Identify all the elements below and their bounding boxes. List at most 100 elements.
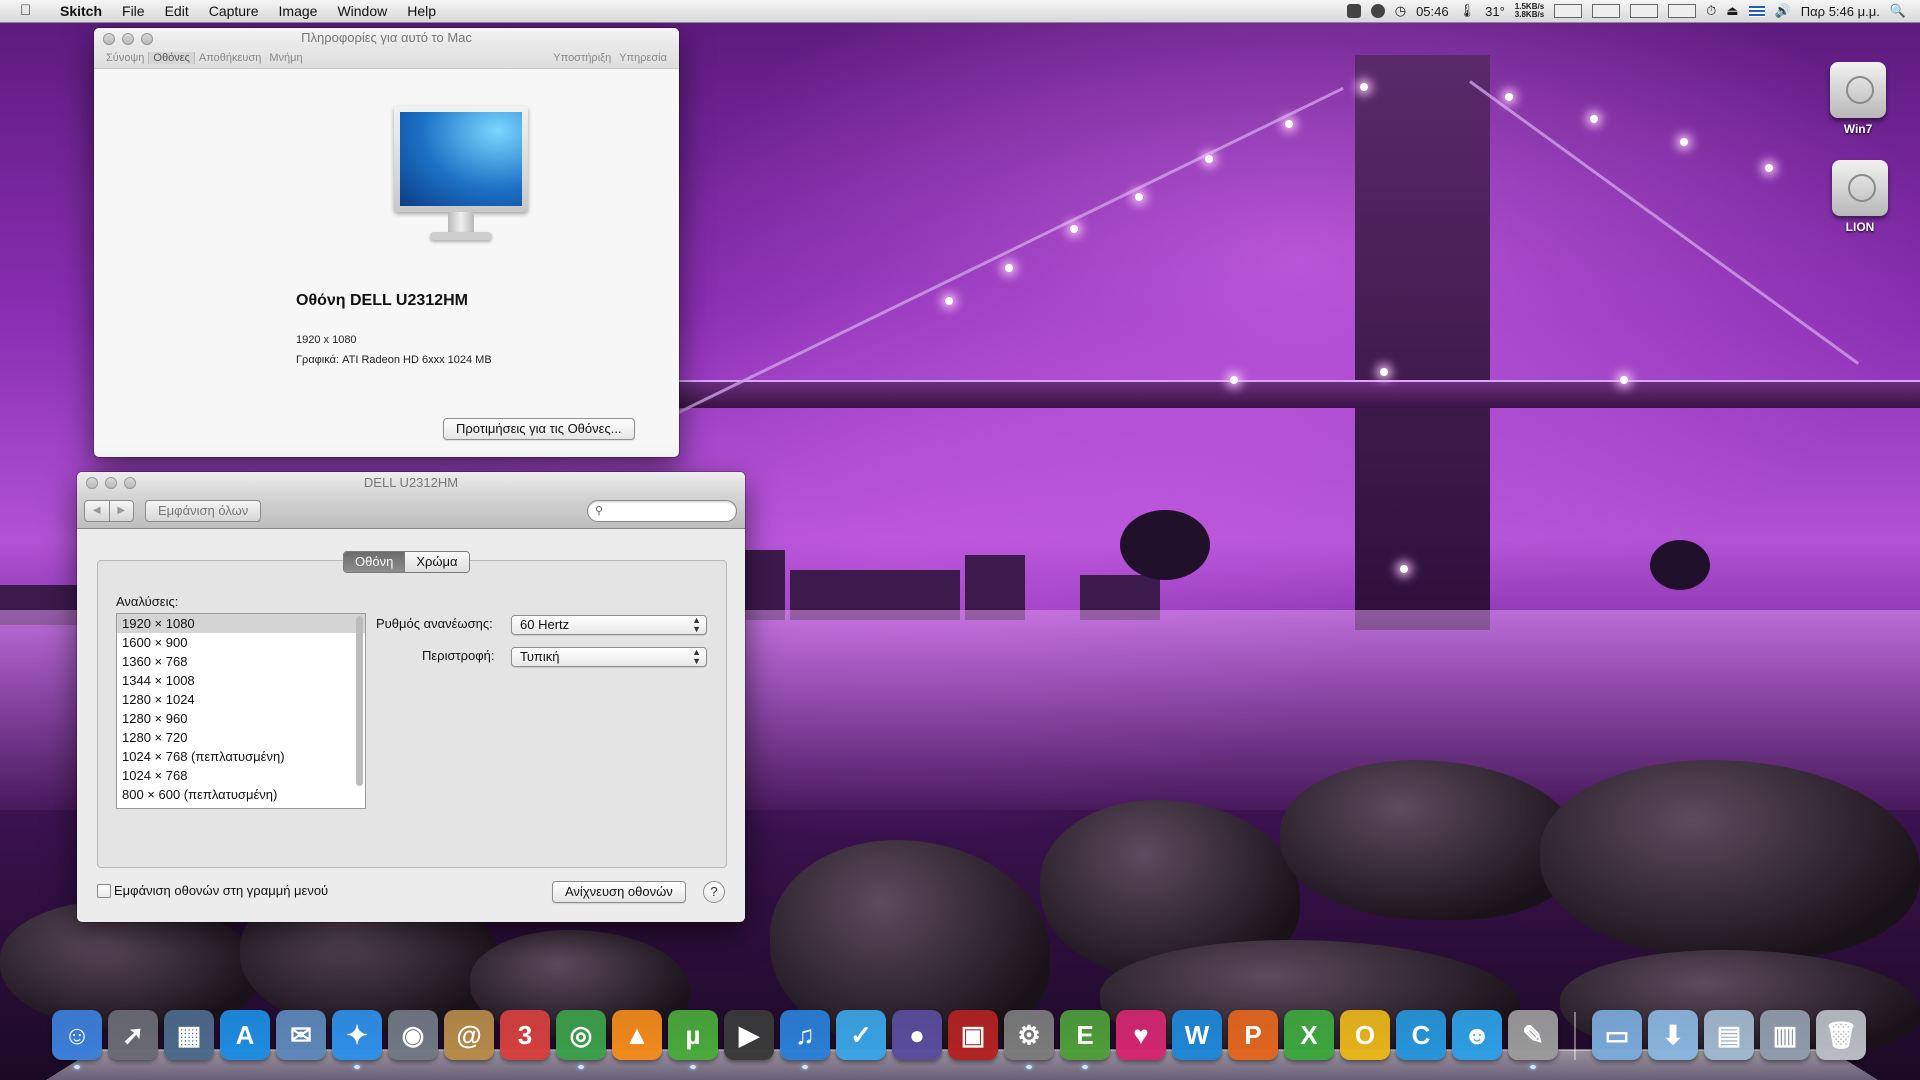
menubar-clock[interactable]: Παρ 5:46 μ.μ. bbox=[1801, 4, 1880, 19]
drive-win7[interactable]: Win7 bbox=[1822, 62, 1894, 136]
close-button[interactable] bbox=[86, 477, 98, 489]
calendar-icon[interactable]: 3 bbox=[500, 1010, 550, 1060]
list-scrollbar[interactable] bbox=[356, 616, 363, 786]
tab-color[interactable]: Χρώμα bbox=[404, 552, 468, 572]
flag-greece-icon[interactable] bbox=[1749, 6, 1765, 17]
outlook-icon[interactable]: O bbox=[1340, 1010, 1390, 1060]
help-button[interactable]: ? bbox=[703, 881, 725, 903]
bridge-cable bbox=[659, 87, 1343, 423]
resolutions-list[interactable]: 1920 × 1080 1600 × 900 1360 × 768 1344 ×… bbox=[116, 613, 366, 809]
excel-icon[interactable]: X bbox=[1284, 1010, 1334, 1060]
dvd-player-icon[interactable]: ▶ bbox=[724, 1010, 774, 1060]
powerpoint-icon[interactable]: P bbox=[1228, 1010, 1278, 1060]
tab-service[interactable]: Υπηρεσία bbox=[615, 52, 671, 64]
heart-app-icon[interactable]: ♥ bbox=[1116, 1010, 1166, 1060]
close-button[interactable] bbox=[103, 33, 115, 45]
list-item[interactable]: 1024 × 768 bbox=[117, 766, 365, 785]
list-item[interactable]: 1344 × 1008 bbox=[117, 671, 365, 690]
downloads-folder-icon[interactable]: ⬇ bbox=[1648, 1010, 1698, 1060]
network-graph-icon[interactable] bbox=[1554, 4, 1582, 18]
timer-icon[interactable]: ◷ bbox=[1395, 3, 1406, 19]
applications-folder-icon[interactable]: ▭ bbox=[1592, 1010, 1642, 1060]
show-displays-in-menubar-checkbox[interactable] bbox=[97, 884, 111, 898]
tab-display[interactable]: Οθόνη bbox=[344, 552, 404, 572]
tab-overview[interactable]: Σύνοψη bbox=[102, 52, 148, 64]
drive-lion[interactable]: LION bbox=[1824, 160, 1896, 234]
menu-window[interactable]: Window bbox=[327, 3, 397, 19]
window-titlebar[interactable]: DELL U2312HM bbox=[77, 472, 745, 494]
back-arrow-icon[interactable]: ◀ bbox=[85, 501, 109, 521]
detect-displays-button[interactable]: Ανίχνευση οθονών bbox=[552, 881, 686, 903]
list-item[interactable]: 1360 × 768 bbox=[117, 652, 365, 671]
word-icon[interactable]: W bbox=[1172, 1010, 1222, 1060]
screenshots-stack-icon[interactable]: ▥ bbox=[1760, 1010, 1810, 1060]
time-machine-icon[interactable]: ⏱ bbox=[1706, 3, 1716, 19]
network-globe-icon[interactable]: ● bbox=[892, 1010, 942, 1060]
cpu-graph-icon[interactable] bbox=[1592, 4, 1620, 18]
messenger-icon[interactable]: ☻ bbox=[1452, 1010, 1502, 1060]
list-item[interactable]: 1024 × 768 (πεπλατυσμένη) bbox=[117, 747, 365, 766]
menu-app-skitch[interactable]: Skitch bbox=[50, 3, 112, 19]
gear-menu-icon[interactable] bbox=[1371, 4, 1385, 18]
finder-icon[interactable]: ☺ bbox=[52, 1010, 102, 1060]
search-input[interactable]: ⚲ bbox=[587, 500, 737, 522]
app-store-icon[interactable]: A bbox=[220, 1010, 270, 1060]
show-all-button[interactable]: Εμφάνιση όλων bbox=[145, 500, 261, 522]
evernote-icon[interactable]: E bbox=[1060, 1010, 1110, 1060]
menu-image[interactable]: Image bbox=[269, 3, 328, 19]
forward-arrow-icon[interactable]: ▶ bbox=[109, 501, 134, 521]
select-arrows-icon: ▲ ▼ bbox=[692, 648, 701, 666]
menu-capture[interactable]: Capture bbox=[199, 3, 269, 19]
tab-support[interactable]: Υποστήριξη bbox=[549, 52, 615, 64]
zoom-button[interactable] bbox=[141, 33, 153, 45]
minimize-button[interactable] bbox=[105, 477, 117, 489]
list-item[interactable]: 1280 × 720 bbox=[117, 728, 365, 747]
chrome-icon[interactable]: ◎ bbox=[556, 1010, 606, 1060]
menu-edit[interactable]: Edit bbox=[155, 3, 199, 19]
mail-icon[interactable]: ✉ bbox=[276, 1010, 326, 1060]
tab-memory[interactable]: Μνήμη bbox=[265, 52, 306, 64]
list-item[interactable]: 1280 × 960 bbox=[117, 709, 365, 728]
apple-menu-icon[interactable]:  bbox=[20, 3, 36, 19]
spotlight-icon[interactable]: 🔍 bbox=[1890, 3, 1906, 19]
memory-graph-icon[interactable] bbox=[1630, 4, 1658, 18]
mission-control-icon[interactable]: ▦ bbox=[164, 1010, 214, 1060]
address-book-icon[interactable]: @ bbox=[444, 1010, 494, 1060]
twitter-icon[interactable]: ✓ bbox=[836, 1010, 886, 1060]
menubar-temperature[interactable]: 31° bbox=[1485, 4, 1505, 19]
system-preferences-icon[interactable]: ⚙ bbox=[1004, 1010, 1054, 1060]
refresh-rate-select[interactable]: 60 Hertz ▲ ▼ bbox=[511, 615, 707, 635]
list-item[interactable]: 1280 × 1024 bbox=[117, 690, 365, 709]
evernote-menu-icon[interactable] bbox=[1347, 4, 1361, 18]
display-preferences-button[interactable]: Προτιμήσεις για τις Οθόνες... bbox=[443, 418, 635, 440]
launchpad-icon[interactable]: ➚ bbox=[108, 1010, 158, 1060]
menu-help[interactable]: Help bbox=[397, 3, 446, 19]
tab-storage[interactable]: Αποθήκευση bbox=[195, 52, 265, 64]
menu-file[interactable]: File bbox=[112, 3, 155, 19]
zoom-button[interactable] bbox=[124, 477, 136, 489]
eject-icon[interactable]: ⏏ bbox=[1726, 3, 1738, 19]
skitch-icon[interactable]: ✎ bbox=[1508, 1010, 1558, 1060]
safari-icon[interactable]: ✦ bbox=[332, 1010, 382, 1060]
menubar-time-short[interactable]: 05:46 bbox=[1416, 4, 1449, 19]
trash-icon[interactable]: 🗑 bbox=[1816, 1010, 1866, 1060]
minimize-button[interactable] bbox=[122, 33, 134, 45]
show-displays-in-menubar-label[interactable]: Εμφάνιση οθονών στη γραμμή μενού bbox=[114, 883, 328, 898]
list-item[interactable]: 800 × 600 (πεπλατυσμένη) bbox=[117, 785, 365, 804]
photo-booth-icon[interactable]: ▣ bbox=[948, 1010, 998, 1060]
communicator-icon[interactable]: C bbox=[1396, 1010, 1446, 1060]
documents-stack-icon[interactable]: ▤ bbox=[1704, 1010, 1754, 1060]
facetime-icon[interactable]: ◉ bbox=[388, 1010, 438, 1060]
tab-displays[interactable]: Οθόνες bbox=[148, 52, 195, 64]
window-titlebar[interactable]: Πληροφορίες για αυτό το Mac bbox=[94, 28, 679, 48]
rotation-select[interactable]: Τυπική ▲ ▼ bbox=[511, 647, 707, 667]
utorrent-icon[interactable]: µ bbox=[668, 1010, 718, 1060]
disk-graph-icon[interactable] bbox=[1668, 4, 1696, 18]
list-item[interactable]: 1600 × 900 bbox=[117, 633, 365, 652]
bridge-light bbox=[1070, 225, 1078, 233]
itunes-icon[interactable]: ♫ bbox=[780, 1010, 830, 1060]
vlc-icon[interactable]: ▲ bbox=[612, 1010, 662, 1060]
network-monitor[interactable]: 1.5KB/s 3.8KB/s bbox=[1515, 3, 1544, 19]
list-item[interactable]: 1920 × 1080 bbox=[117, 614, 365, 633]
volume-icon[interactable]: 🔊 bbox=[1775, 3, 1791, 19]
